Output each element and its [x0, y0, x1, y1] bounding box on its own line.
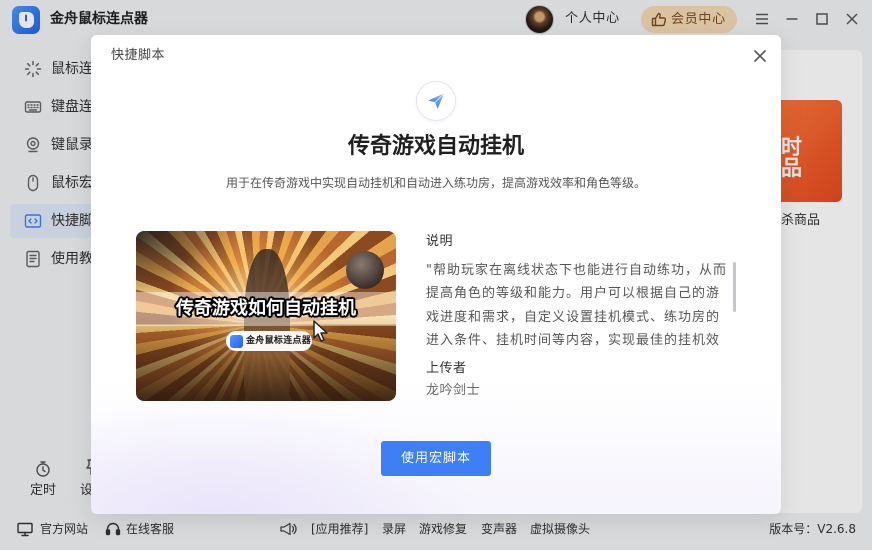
app-window: 金舟鼠标连点器 个人中心 会员中心 鼠标连 键盘连 键鼠录 鼠标宏 快捷脚 使用…	[0, 0, 872, 550]
close-icon[interactable]	[753, 49, 767, 63]
description-line: 戏进度和需求，自定义设置挂机模式、练功房的	[426, 309, 721, 325]
script-subtitle: 用于在传奇游戏中实现自动挂机和自动进入练功房，提高游戏效率和角色等级。	[225, 176, 646, 190]
thumbnail-headline: 传奇游戏如何自动挂机	[176, 298, 356, 319]
paper-plane-icon	[428, 93, 445, 109]
thumbnail-brand-pill: 金舟鼠标连点器	[226, 331, 312, 351]
uploader-label: 上传者	[426, 361, 467, 376]
script-thumbnail: 传奇游戏如何自动挂机 金舟鼠标连点器	[136, 231, 396, 401]
thumbnail-brand: 金舟鼠标连点器	[246, 335, 312, 346]
description-scrollbar[interactable]	[733, 262, 736, 312]
brand-logo-icon	[230, 334, 243, 348]
description-line: "帮助玩家在离线状态下也能进行自动练功，从而	[426, 263, 726, 278]
uploader-name: 龙吟剑士	[426, 383, 481, 398]
script-icon-badge	[416, 81, 456, 121]
description-line: 进入条件、挂机时间等内容，实现最佳的挂机效	[426, 332, 721, 348]
description-line: 提高角色的等级和能力。用户可以根据自己的游	[426, 286, 721, 302]
description-text[interactable]: "帮助玩家在离线状态下也能进行自动练功，从而 提高角色的等级和能力。用户可以根据…	[426, 259, 726, 353]
script-detail-dialog: 快捷脚本 传奇游戏自动挂机 用于在传奇游戏中实现自动挂机和自动进入练功房，提高游…	[91, 35, 781, 514]
cursor-icon	[313, 320, 328, 342]
script-title: 传奇游戏自动挂机	[347, 134, 524, 159]
dialog-header: 快捷脚本	[111, 48, 166, 63]
description-label: 说明	[426, 234, 454, 249]
use-macro-script-button[interactable]: 使用宏脚本	[381, 441, 491, 476]
thumbnail-mace	[346, 251, 384, 289]
